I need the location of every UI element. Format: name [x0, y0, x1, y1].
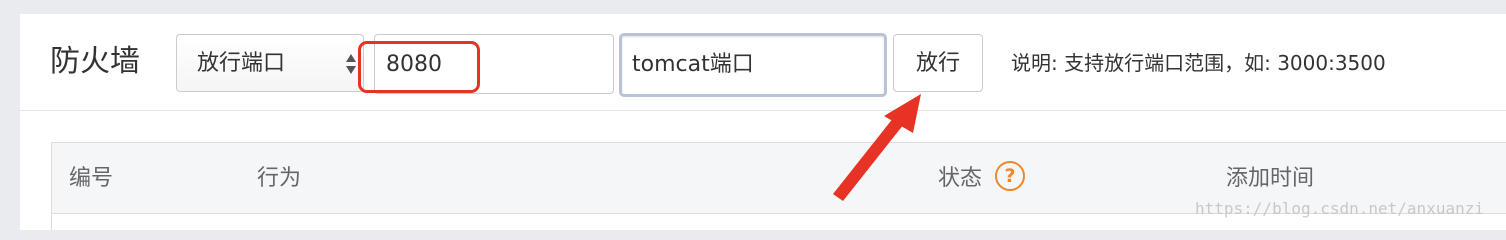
column-header-status: 状态 [938, 166, 983, 191]
page-background [0, 0, 1506, 14]
column-header-id: 编号 [69, 166, 114, 191]
action-select[interactable]: 放行端口 [176, 34, 364, 92]
allow-button[interactable]: 放行 [893, 34, 983, 92]
port-highlight-annotation [358, 41, 480, 93]
allow-button-label: 放行 [915, 51, 960, 76]
description-input[interactable]: tomcat端口 [619, 33, 887, 97]
action-select-value: 放行端口 [197, 51, 286, 76]
column-header-added-time: 添加时间 [1226, 166, 1315, 191]
page-title: 防火墙 [50, 44, 140, 79]
watermark: https://blog.csdn.net/anxuanzi [1195, 199, 1484, 218]
question-mark-icon[interactable]: ? [995, 161, 1025, 191]
firewall-panel: 防火墙 放行端口 8080 tomcat端口 放行 说明: 支持放行端口范围，如… [20, 14, 1506, 230]
port-range-hint: 说明: 支持放行端口范围，如: 3000:3500 [1011, 51, 1386, 75]
firewall-toolbar: 防火墙 放行端口 8080 tomcat端口 放行 说明: 支持放行端口范围，如… [20, 14, 1506, 111]
description-input-value: tomcat端口 [632, 52, 754, 77]
column-header-action: 行为 [257, 166, 302, 191]
select-updown-arrows-icon [346, 54, 356, 74]
